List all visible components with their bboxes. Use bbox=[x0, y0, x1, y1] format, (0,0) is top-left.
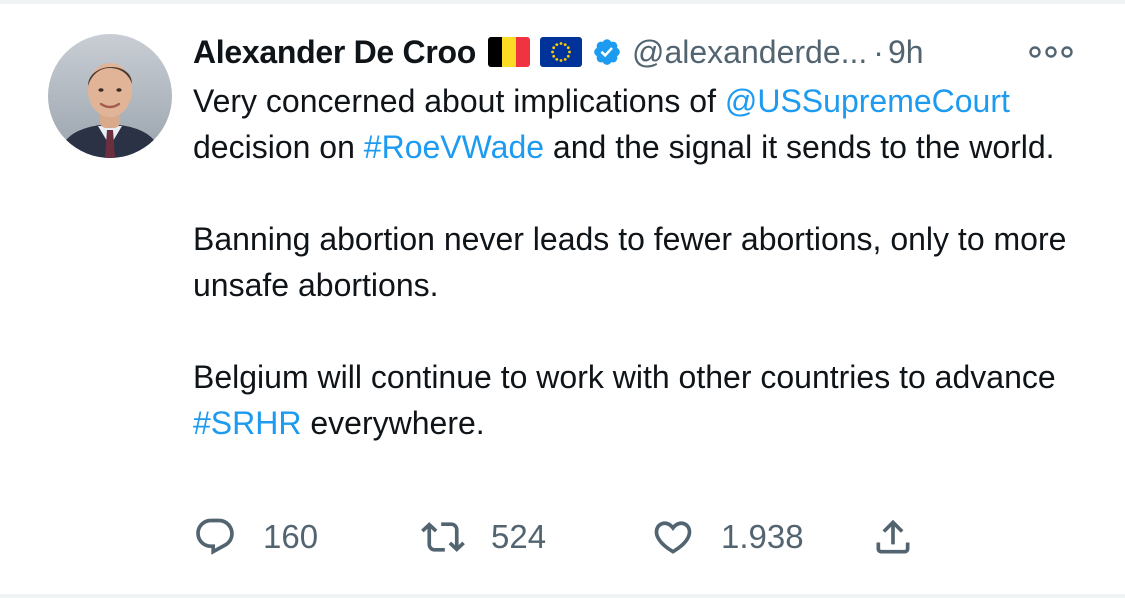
share-icon bbox=[871, 515, 915, 559]
text-run: decision on bbox=[193, 129, 364, 165]
tweet-header: Alexander De Croo @alexanderde... · 9h bbox=[193, 30, 924, 74]
reply-button[interactable]: 160 bbox=[193, 512, 318, 562]
tweet-card[interactable]: Alexander De Croo @alexanderde... · 9h V… bbox=[0, 0, 1125, 598]
tweet-paragraph: Belgium will continue to work with other… bbox=[193, 354, 1093, 446]
avatar[interactable] bbox=[48, 34, 172, 158]
reply-icon bbox=[193, 515, 237, 559]
text-run: Very concerned about implications of bbox=[193, 83, 725, 119]
header-separator: · bbox=[873, 33, 884, 70]
eu-flag-icon bbox=[539, 37, 582, 67]
retweet-icon bbox=[421, 515, 465, 559]
tweet-actions: 160 524 1.938 bbox=[193, 512, 953, 562]
tweet-paragraph: Very concerned about implications of @US… bbox=[193, 78, 1093, 170]
bottom-divider bbox=[0, 594, 1125, 598]
avatar-portrait bbox=[48, 34, 172, 158]
mention-link[interactable]: @USSupremeCourt bbox=[725, 83, 1010, 119]
hashtag-link[interactable]: #RoeVWade bbox=[364, 129, 544, 165]
tweet-timestamp[interactable]: 9h bbox=[888, 34, 924, 71]
like-button[interactable]: 1.938 bbox=[651, 512, 804, 562]
author-handle[interactable]: @alexanderde... bbox=[632, 34, 867, 71]
author-name[interactable]: Alexander De Croo bbox=[193, 34, 476, 71]
text-run: everywhere. bbox=[301, 405, 485, 441]
belgium-flag-icon bbox=[487, 37, 530, 67]
heart-icon bbox=[651, 515, 695, 559]
like-count: 1.938 bbox=[721, 518, 804, 555]
tweet-text: Very concerned about implications of @US… bbox=[193, 78, 1093, 446]
retweet-button[interactable]: 524 bbox=[421, 512, 546, 562]
verified-badge-icon bbox=[592, 37, 622, 67]
reply-count: 160 bbox=[263, 518, 319, 555]
retweet-count: 524 bbox=[491, 518, 547, 555]
text-run: Belgium will continue to work with other… bbox=[193, 359, 1056, 395]
hashtag-link[interactable]: #SRHR bbox=[193, 405, 301, 441]
tweet-paragraph: Banning abortion never leads to fewer ab… bbox=[193, 221, 1067, 303]
text-run: and the signal it sends to the world. bbox=[544, 129, 1055, 165]
share-button[interactable] bbox=[871, 512, 915, 562]
more-horizontal-icon[interactable] bbox=[1027, 44, 1075, 60]
